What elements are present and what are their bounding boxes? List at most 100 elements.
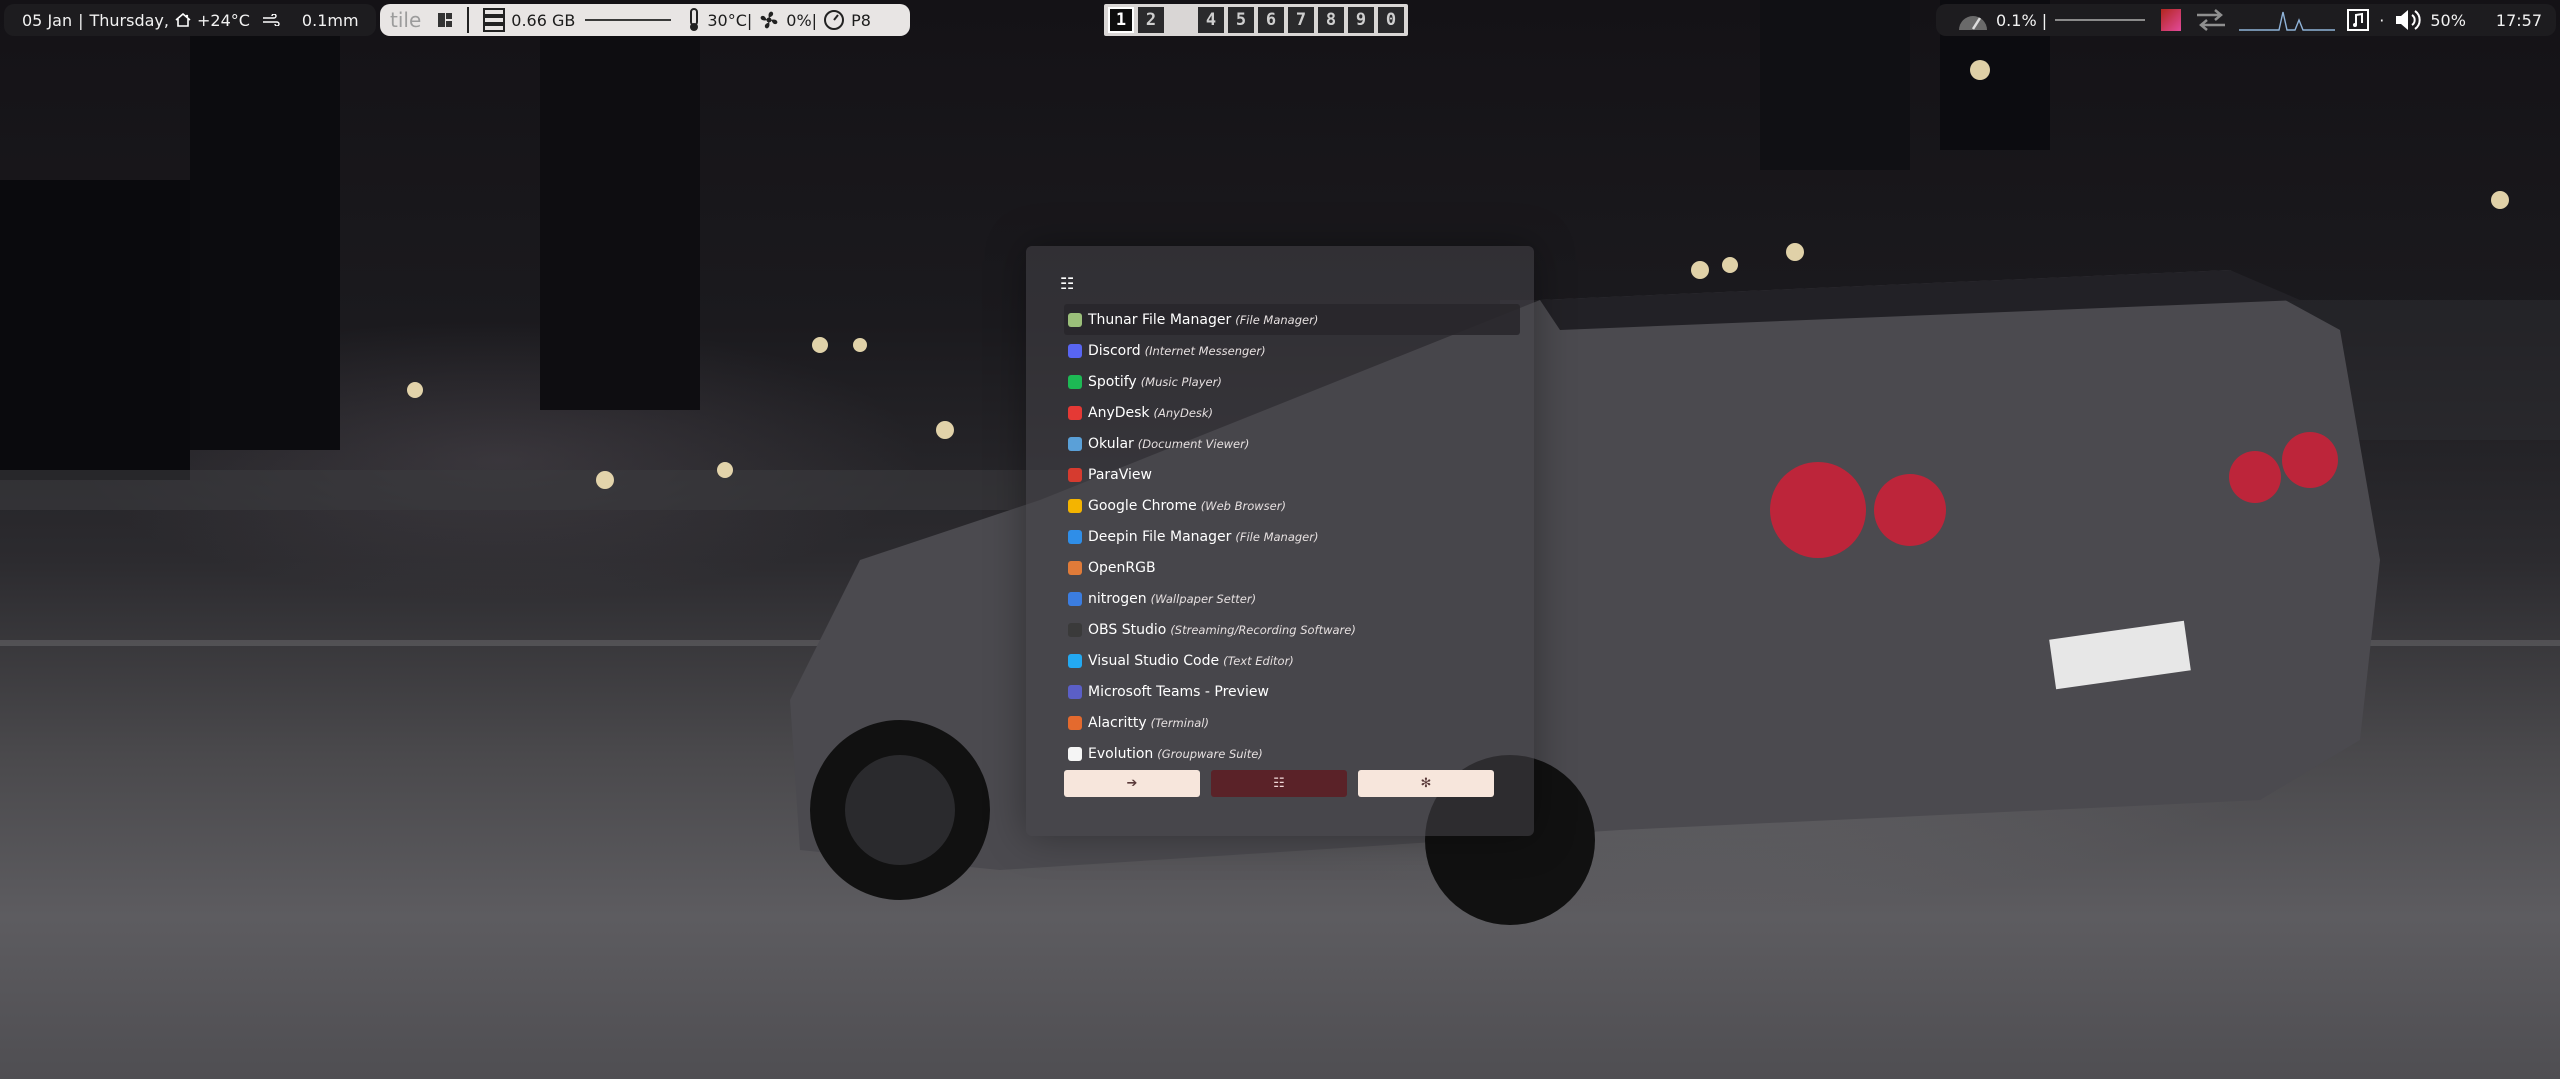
cpu-temperature: 30°C| <box>707 10 753 30</box>
cpu-graph <box>2055 19 2145 21</box>
nitrogen-icon <box>1068 591 1082 606</box>
run-arrow-icon: ➔ <box>1126 776 1138 791</box>
app-entry[interactable]: Thunar File Manager (File Manager) <box>1064 304 1520 335</box>
spotify-icon <box>1068 374 1082 389</box>
separator: | <box>78 10 84 30</box>
precipitation-label: 0.1mm <box>301 10 359 30</box>
app-name: Deepin File Manager <box>1088 528 1232 545</box>
app-entry[interactable]: Evolution (Groupware Suite) <box>1064 738 1520 769</box>
app-entry[interactable]: nitrogen (Wallpaper Setter) <box>1064 583 1520 614</box>
app-description: (AnyDesk) <box>1153 405 1214 420</box>
app-name: OBS Studio <box>1088 621 1167 638</box>
gpu-power-state: P8 <box>851 10 871 30</box>
app-entry[interactable]: Google Chrome (Web Browser) <box>1064 490 1520 521</box>
teams-icon <box>1068 684 1082 699</box>
workspace-3[interactable]: 3 <box>1168 7 1194 33</box>
workspace-5[interactable]: 5 <box>1228 7 1254 33</box>
workspace-6[interactable]: 6 <box>1258 7 1284 33</box>
app-name: nitrogen <box>1088 590 1147 607</box>
wallpaper-tail-light <box>1770 462 1866 558</box>
app-name: Microsoft Teams - Preview <box>1088 683 1269 700</box>
fan-icon <box>758 9 780 31</box>
system-status-widget: tile 0.66 GB 30°C| 0%| P8 <box>380 4 910 36</box>
wallpaper-building <box>0 180 190 480</box>
memory-graph <box>585 19 672 21</box>
workspace-9[interactable]: 9 <box>1348 7 1374 33</box>
app-entry[interactable]: Deepin File Manager (File Manager) <box>1064 521 1520 552</box>
app-name: AnyDesk <box>1088 404 1150 421</box>
gauge-icon <box>823 9 845 31</box>
server-icon <box>483 8 506 32</box>
app-name: Thunar File Manager <box>1088 311 1232 328</box>
list-icon: ☷ <box>1060 274 1075 293</box>
app-entry[interactable]: Okular (Document Viewer) <box>1064 428 1520 459</box>
workspace-8[interactable]: 8 <box>1318 7 1344 33</box>
window-asterisk-icon: ✻ <box>1420 776 1432 791</box>
right-status-widget: 0.1% | · 50% 17:57 <box>1936 4 2556 36</box>
wallpaper-tail-light <box>2282 432 2338 488</box>
workspace-1[interactable]: 1 <box>1108 7 1134 33</box>
speedometer-icon <box>1956 7 1990 33</box>
music-note-icon[interactable] <box>2347 9 2370 31</box>
app-launcher: ☷ Thunar File Manager (File Manager) Disco… <box>1026 246 1534 836</box>
wallpaper-building <box>540 30 700 410</box>
app-description: (Wallpaper Setter) <box>1150 591 1257 606</box>
app-name: Visual Studio Code <box>1088 652 1220 669</box>
chrome-icon <box>1068 498 1082 513</box>
wallpaper-building <box>1760 0 1910 170</box>
thermometer-icon <box>687 8 701 32</box>
app-entry[interactable]: AnyDesk (AnyDesk) <box>1064 397 1520 428</box>
dot-separator: · <box>2379 10 2385 30</box>
app-entry[interactable]: ParaView <box>1064 459 1520 490</box>
app-name: Okular <box>1088 435 1134 452</box>
app-entry[interactable]: OBS Studio (Streaming/Recording Software) <box>1064 614 1520 645</box>
app-entry[interactable]: Discord (Internet Messenger) <box>1064 335 1520 366</box>
date-weather-widget[interactable]: 05 Jan | Thursday, +24°C 0.1mm <box>4 4 376 36</box>
openrgb-icon <box>1068 560 1082 575</box>
memory-usage: 0.66 GB <box>511 10 576 30</box>
divider <box>467 7 470 33</box>
layout-label[interactable]: tile <box>390 8 421 32</box>
snowy-house-icon <box>175 13 191 27</box>
app-name: ParaView <box>1088 466 1152 483</box>
window-asterisk-mode-button[interactable]: ✻ <box>1358 770 1494 797</box>
transfer-arrows-icon <box>2195 9 2227 31</box>
wallpaper-tail-light <box>1874 474 1946 546</box>
day-label: Thursday, <box>89 10 169 30</box>
fan-speed: 0%| <box>786 10 818 30</box>
app-entry[interactable]: Spotify (Music Player) <box>1064 366 1520 397</box>
workspace-2[interactable]: 2 <box>1138 7 1164 33</box>
app-tray-icon[interactable] <box>2160 9 2182 31</box>
app-list: Thunar File Manager (File Manager) Discord… <box>1064 304 1520 769</box>
app-name: Alacritty <box>1088 714 1147 731</box>
run-arrow-mode-button[interactable]: ➔ <box>1064 770 1200 797</box>
app-description: (Streaming/Recording Software) <box>1170 622 1356 637</box>
anydesk-icon <box>1068 405 1082 420</box>
app-description: (Text Editor) <box>1223 653 1294 668</box>
cpu-usage: 0.1% | <box>1996 10 2048 30</box>
list-mode-icon: ☷ <box>1273 776 1285 791</box>
clock[interactable]: 17:57 <box>2496 11 2542 30</box>
wallpaper-building <box>190 30 340 450</box>
speaker-icon[interactable] <box>2394 8 2424 32</box>
workspace-4[interactable]: 4 <box>1198 7 1224 33</box>
wallpaper-car-rim <box>845 755 955 865</box>
app-entry[interactable]: Visual Studio Code (Text Editor) <box>1064 645 1520 676</box>
app-entry[interactable]: OpenRGB <box>1064 552 1520 583</box>
app-entry[interactable]: Microsoft Teams - Preview <box>1064 676 1520 707</box>
app-entry[interactable]: Alacritty (Terminal) <box>1064 707 1520 738</box>
app-name: Discord <box>1088 342 1141 359</box>
app-description: (Groupware Suite) <box>1157 746 1263 761</box>
workspace-7[interactable]: 7 <box>1288 7 1314 33</box>
list-mode-mode-button[interactable]: ☷ <box>1211 770 1347 797</box>
wallpaper-tail-light <box>2229 451 2281 503</box>
wallpaper-barrier <box>0 470 1100 510</box>
app-description: (Music Player) <box>1140 374 1222 389</box>
app-description: (Web Browser) <box>1200 498 1286 513</box>
tile-layout-icon[interactable] <box>437 12 453 28</box>
obs-icon <box>1068 622 1082 637</box>
workspace-0[interactable]: 0 <box>1378 7 1404 33</box>
launcher-modes: ➔ ☷ ✻ <box>1064 770 1494 797</box>
app-name: Evolution <box>1088 745 1154 762</box>
wind-icon <box>262 14 280 26</box>
